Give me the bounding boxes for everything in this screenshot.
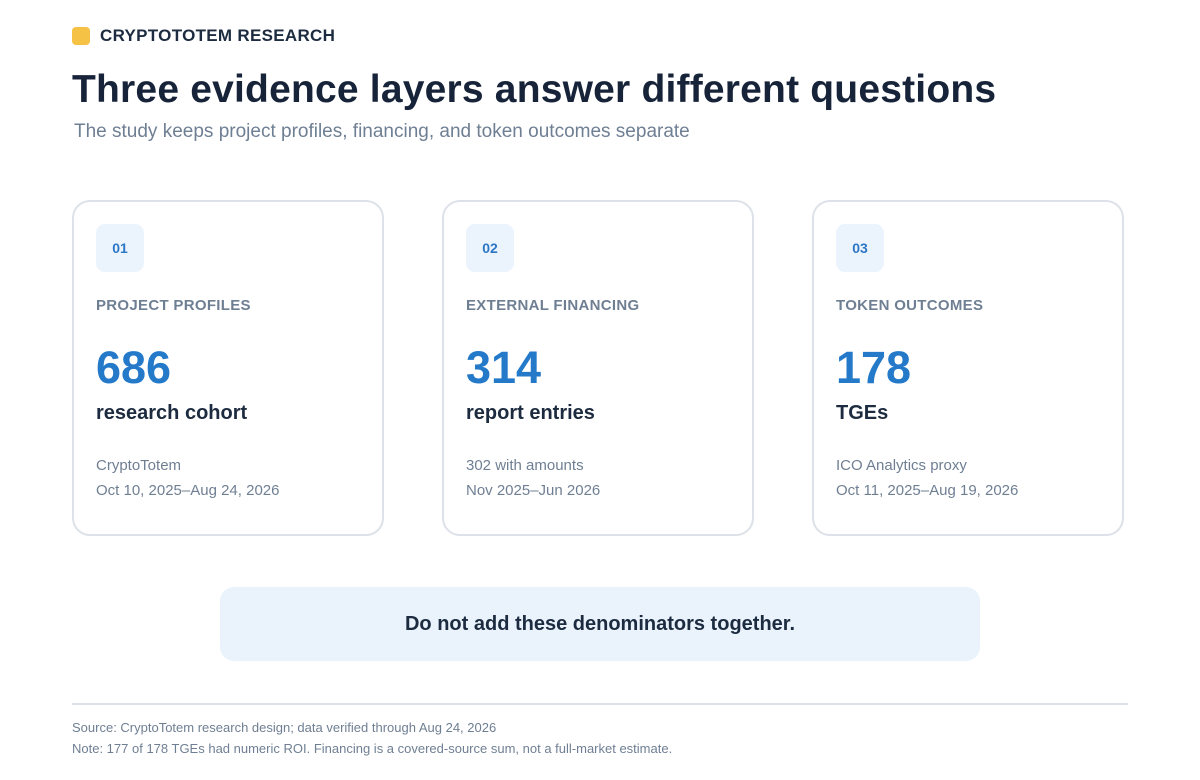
page-title: Three evidence layers answer different q… [72,68,997,111]
card-token-outcomes: 03 TOKEN OUTCOMES 178 TGEs ICO Analytics… [812,200,1124,536]
card-value: 314 [466,342,542,393]
card-source: CryptoTotem [96,457,182,474]
card-number-badge: 02 [466,224,514,272]
card-date-range: Oct 11, 2025–Aug 19, 2026 [836,482,1019,499]
card-label: EXTERNAL FINANCING [466,297,640,314]
card-unit: research cohort [96,402,248,424]
card-value: 686 [96,342,172,393]
card-label: TOKEN OUTCOMES [836,297,984,314]
card-unit: TGEs [836,402,889,424]
card-number-badge: 01 [96,224,144,272]
card-source: ICO Analytics proxy [836,457,967,474]
footer-source: Source: CryptoTotem research design; dat… [72,720,497,735]
card-label: PROJECT PROFILES [96,297,251,314]
card-project-profiles: 01 PROJECT PROFILES 686 research cohort … [72,200,384,536]
card-number-badge: 03 [836,224,884,272]
page-subtitle: The study keeps project profiles, financ… [74,121,690,142]
brand-name: CRYPTOTOTEM RESEARCH [100,26,336,45]
brand: CRYPTOTOTEM RESEARCH [72,26,335,46]
card-source: 302 with amounts [466,457,584,474]
card-unit: report entries [466,402,595,424]
footer-note: Note: 177 of 178 TGEs had numeric ROI. F… [72,741,673,756]
callout-warning: Do not add these denominators together. [220,587,980,661]
card-external-financing: 02 EXTERNAL FINANCING 314 report entries… [442,200,754,536]
footer-divider [72,703,1128,705]
brand-logo-square [72,27,90,45]
card-value: 178 [836,342,912,393]
card-date-range: Nov 2025–Jun 2026 [466,482,601,499]
card-date-range: Oct 10, 2025–Aug 24, 2026 [96,482,280,499]
callout-text: Do not add these denominators together. [404,612,796,635]
